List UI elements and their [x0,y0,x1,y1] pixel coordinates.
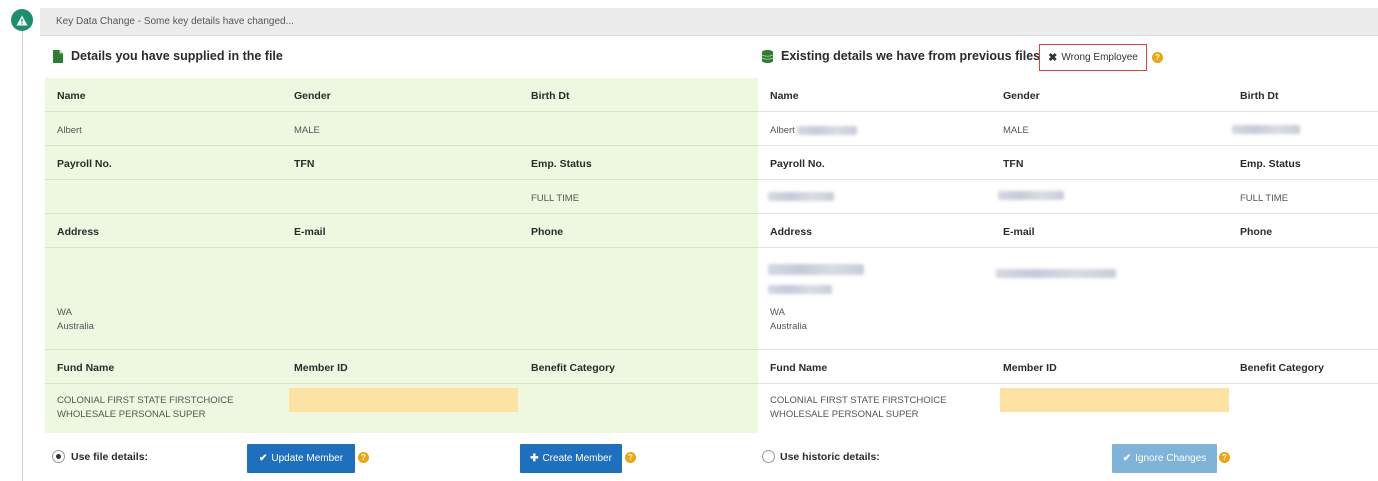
update-member-button[interactable]: ✔ Update Member [247,444,355,473]
plus-icon: ✚ [530,453,539,464]
use-file-radio[interactable] [52,450,65,463]
member-id-field [1000,388,1229,412]
email-header: E-mail [294,226,326,238]
create-member-label: Create Member [542,453,612,464]
member-id-field[interactable] [289,388,518,412]
address-header: Address [57,226,100,238]
gender-header: Gender [1003,90,1040,102]
check-icon: ✔ [258,453,268,464]
close-icon: ✖ [1048,52,1058,64]
ignore-changes-button[interactable]: ✔ Ignore Changes [1112,444,1217,473]
wrong-employee-button[interactable]: ✖ Wrong Employee [1039,44,1147,71]
table-row: Address E-mail Phone [758,214,1378,248]
emp-status-header: Emp. Status [1240,158,1301,170]
address-header: Address [770,226,813,238]
file-details-panel: Name Gender Birth Dt Albert MALE Payroll… [45,78,758,433]
existing-details-panel: Name Gender Birth Dt Albert MALE Payroll… [758,78,1378,433]
table-row: Payroll No. TFN Emp. Status [758,146,1378,180]
redacted-tfn [998,190,1064,201]
fund-name-line2: WHOLESALE PERSONAL SUPER [770,409,919,420]
fund-name-header: Fund Name [57,362,115,374]
member-id-header: Member ID [294,362,348,374]
birth-date-header: Birth Dt [531,90,570,102]
table-row: FULL TIME [45,180,758,214]
help-icon[interactable]: ? [625,452,636,463]
fund-name-line1: COLONIAL FIRST STATE FIRSTCHOICE [770,395,947,406]
name-header: Name [57,90,86,102]
emp-status-header: Emp. Status [531,158,592,170]
member-id-header: Member ID [1003,362,1057,374]
redacted-birth-date [1232,124,1300,135]
use-file-label: Use file details: [71,451,149,463]
redacted-surname [797,125,858,135]
help-icon[interactable]: ? [1219,452,1230,463]
timeline-rail [22,28,23,481]
name-text: Albert [770,125,795,136]
use-historic-radio[interactable] [762,450,775,463]
email-header: E-mail [1003,226,1035,238]
phone-header: Phone [531,226,564,238]
fund-name-line1: COLONIAL FIRST STATE FIRSTCHOICE [57,395,234,406]
name-header: Name [770,90,799,102]
table-row: COLONIAL FIRST STATE FIRSTCHOICE WHOLESA… [758,384,1378,433]
table-row: Name Gender Birth Dt [758,78,1378,112]
fund-name-line2: WHOLESALE PERSONAL SUPER [57,409,206,420]
payroll-header: Payroll No. [770,158,825,170]
benefit-category-header: Benefit Category [1240,362,1325,374]
help-icon[interactable]: ? [1152,52,1163,63]
wrong-employee-label: Wrong Employee [1061,52,1138,63]
emp-status-value: FULL TIME [531,193,580,204]
table-row: WA Australia [45,248,758,350]
phone-header: Phone [1240,226,1273,238]
use-historic-label: Use historic details: [780,451,880,463]
gender-value: MALE [1003,125,1029,136]
payroll-header: Payroll No. [57,158,112,170]
table-row: Address E-mail Phone [45,214,758,248]
table-row: Albert MALE [45,112,758,146]
document-icon [53,49,63,63]
tfn-header: TFN [294,158,315,170]
existing-details-title: Existing details we have from previous f… [781,49,1041,63]
fund-name-header: Fund Name [770,362,828,374]
name-value: Albert [57,125,82,136]
table-row: Payroll No. TFN Emp. Status [45,146,758,180]
address-country: Australia [57,321,94,332]
redacted-address-line1 [768,264,864,275]
redacted-email [996,268,1116,279]
benefit-category-header: Benefit Category [531,362,616,374]
check-icon: ✔ [1122,453,1132,464]
name-value: Albert [770,124,858,137]
table-row: Fund Name Member ID Benefit Category [45,350,758,384]
gender-value: MALE [294,125,320,136]
table-row: Name Gender Birth Dt [45,78,758,112]
address-state: WA [57,307,72,318]
tfn-header: TFN [1003,158,1024,170]
file-details-heading: Details you have supplied in the file [53,46,283,66]
database-icon [762,49,773,63]
address-country: Australia [770,321,807,332]
table-row: Fund Name Member ID Benefit Category [758,350,1378,384]
table-row: FULL TIME [758,180,1378,214]
birth-date-header: Birth Dt [1240,90,1279,102]
existing-details-heading: Existing details we have from previous f… [762,46,1040,66]
table-row: Albert MALE [758,112,1378,146]
update-member-label: Update Member [271,453,344,464]
create-member-button[interactable]: ✚ Create Member [520,444,622,473]
address-state: WA [770,307,785,318]
table-row: COLONIAL FIRST STATE FIRSTCHOICE WHOLESA… [45,384,758,433]
redacted-payroll [768,191,834,202]
table-row: WA Australia [758,248,1378,350]
help-icon[interactable]: ? [358,452,369,463]
warning-icon [11,9,33,31]
key-data-change-banner: Key Data Change - Some key details have … [40,8,1378,36]
action-footer: Use file details: ✔ Update Member ? ✚ Cr… [0,441,1378,481]
file-details-title: Details you have supplied in the file [71,49,283,63]
gender-header: Gender [294,90,331,102]
ignore-changes-label: Ignore Changes [1135,453,1207,464]
emp-status-value: FULL TIME [1240,193,1289,204]
redacted-address-line2 [768,284,832,295]
